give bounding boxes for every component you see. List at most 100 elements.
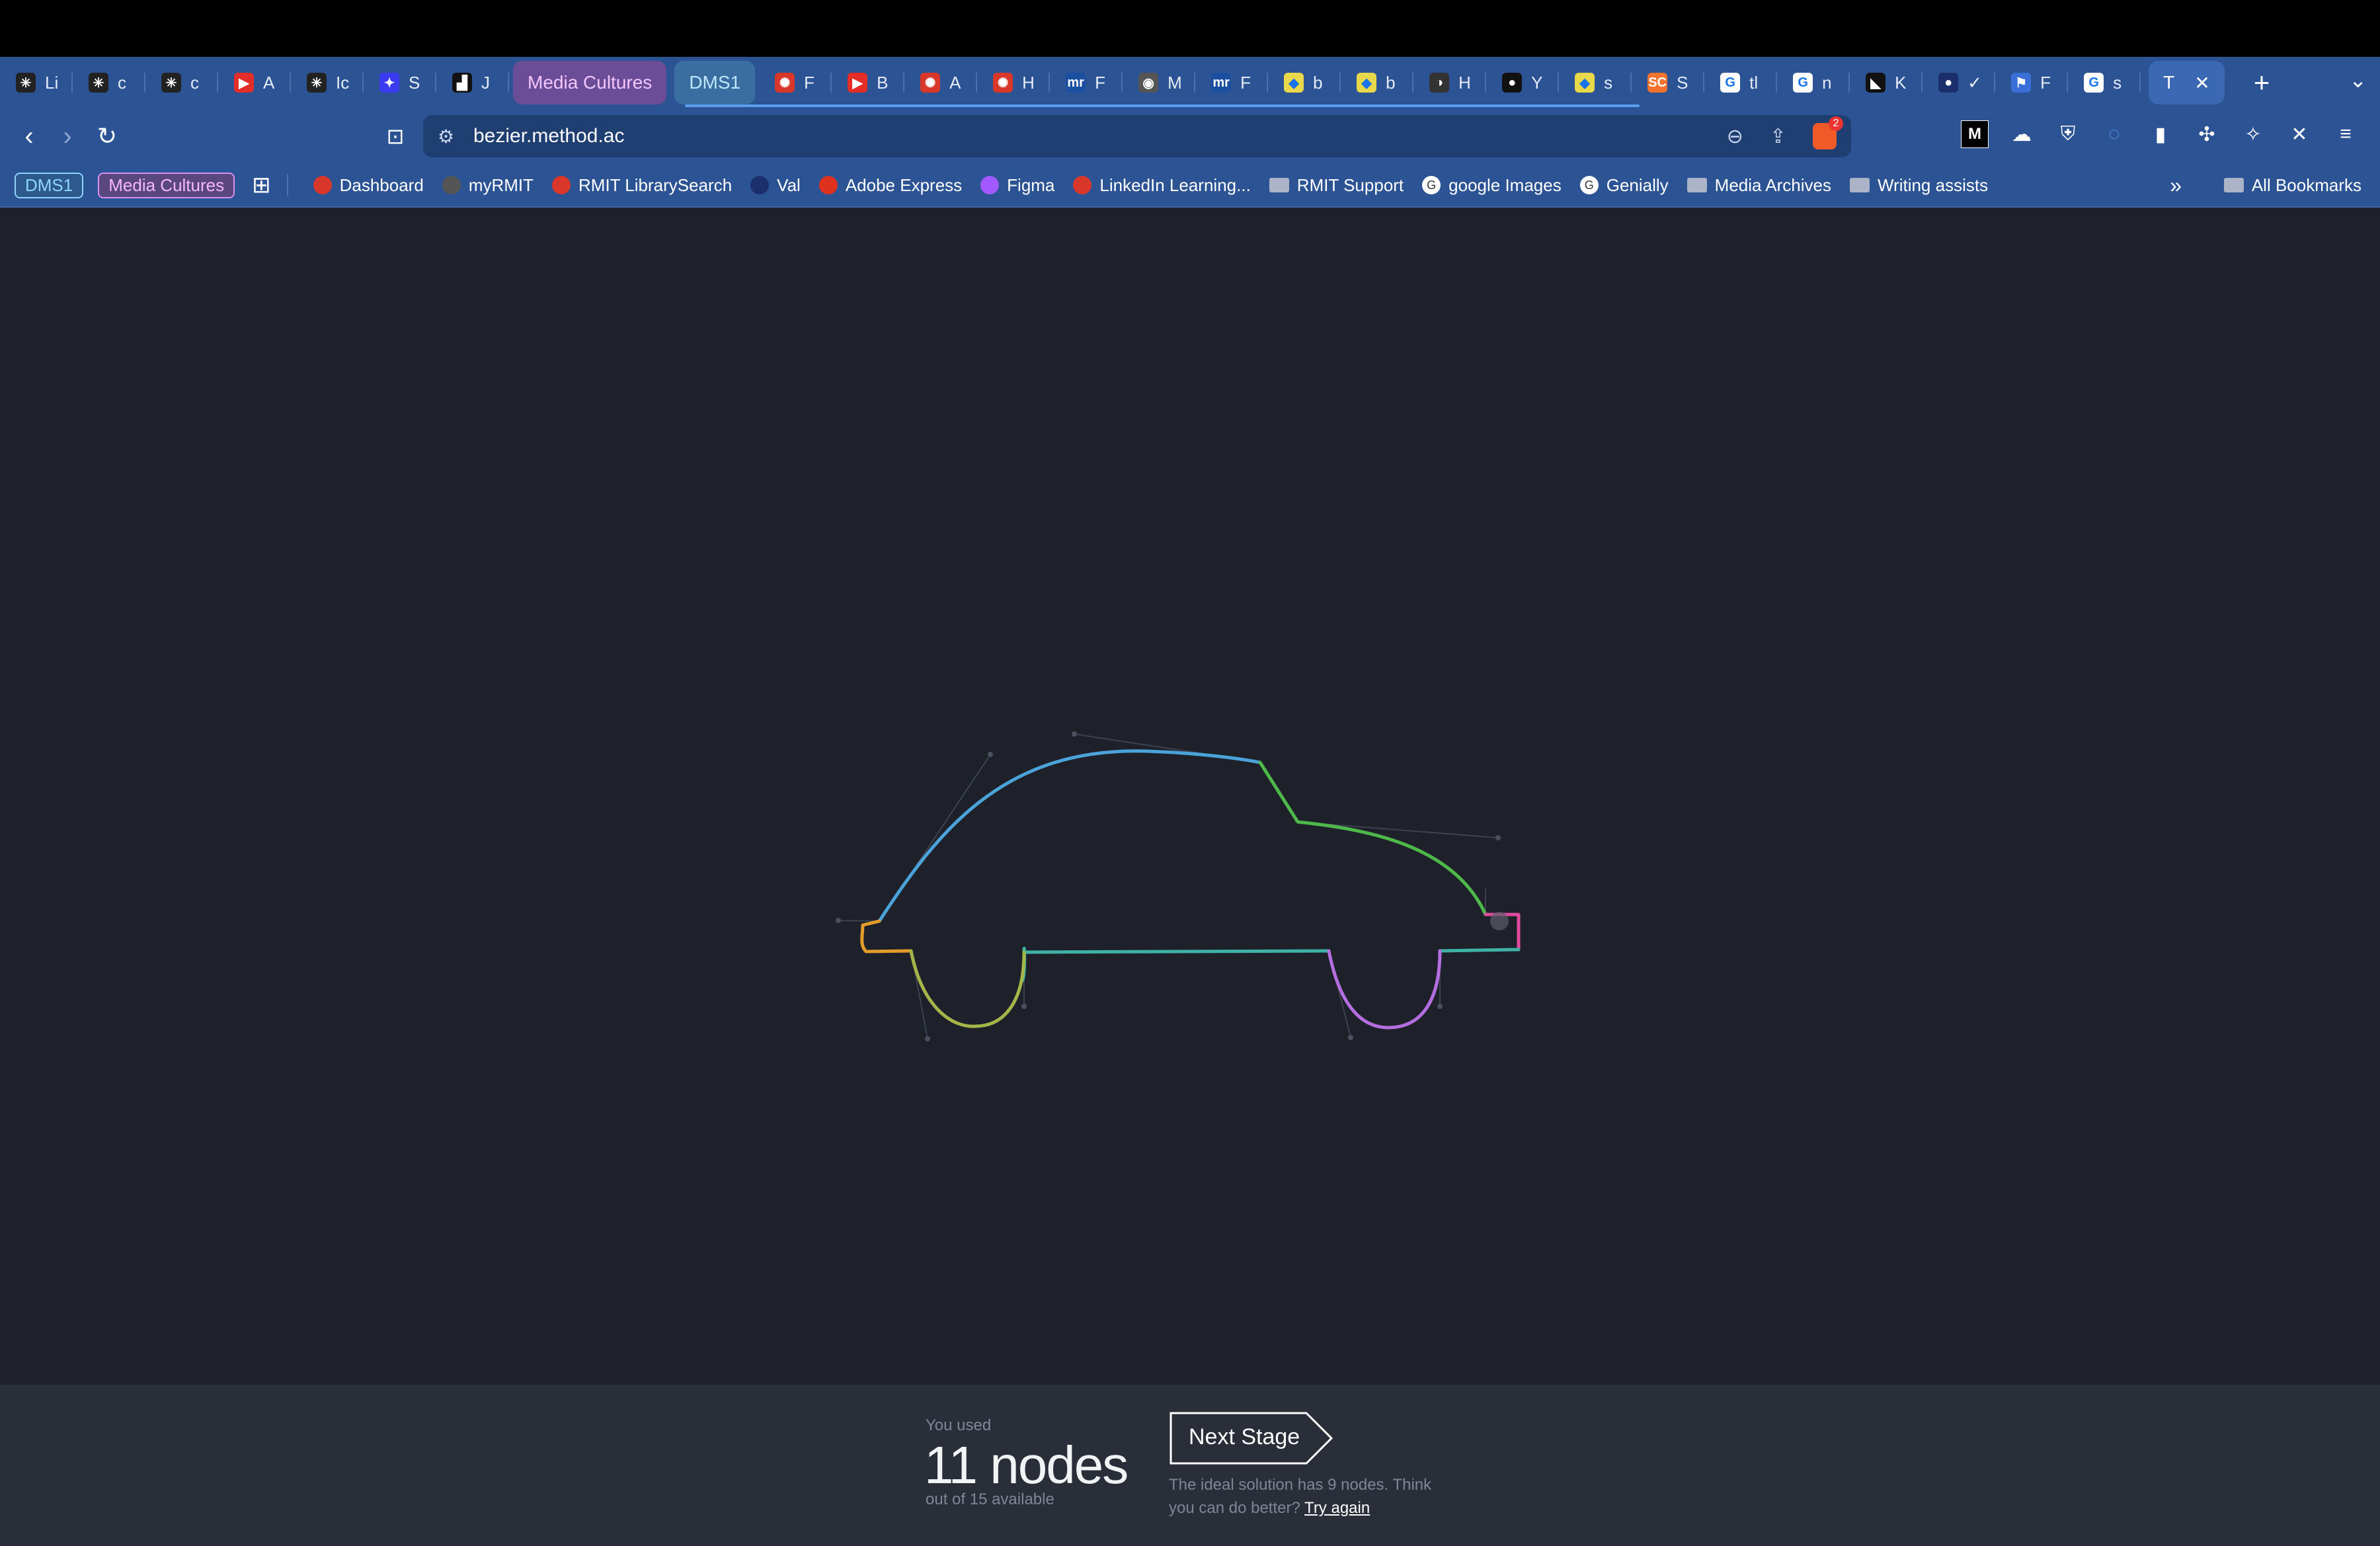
tab-b-9[interactable]: ◑ H [1413,60,1487,106]
tab-a-0[interactable]: ✳ Li [0,60,73,106]
tab-b-14[interactable]: Gn [1777,60,1850,106]
bookmark-linkedin-learning[interactable]: LinkedIn Learning... [1073,175,1251,196]
site-settings-icon[interactable]: ⚙ [438,126,461,147]
forward-button[interactable]: › [49,118,86,155]
tab-b-0[interactable]: ✺ F [759,60,832,106]
tab-title: s [1604,72,1613,93]
google-icon: G [1422,176,1441,194]
bookmark-media-archives[interactable]: Media Archives [1686,175,1831,196]
bookmark-rmit-librarysearch[interactable]: RMIT LibrarySearch [552,175,732,196]
more-bookmarks-icon[interactable]: » [2170,173,2182,198]
bookmark-figma[interactable]: Figma [980,175,1054,196]
bookmark-val[interactable]: Val [750,175,801,196]
back-button[interactable]: ‹ [11,118,48,155]
curve-segment-sill[interactable] [1019,946,1521,983]
bezier-canvas[interactable] [0,208,2380,1385]
tab-favicon-icon: ▟ [452,73,472,93]
bookmark-adobe-express[interactable]: Adobe Express [818,175,962,196]
bookmark-google-images[interactable]: Ggoogle Images [1422,175,1562,196]
curve-segment-front-wheel-arch[interactable] [909,949,1026,1028]
tab-list-chevron-icon[interactable]: ⌄ [2349,67,2367,93]
car-outline-drawing[interactable] [0,208,2380,1385]
tab-b-16[interactable]: ● ✓ [1923,60,1996,106]
tab-a-2[interactable]: ✳ c [145,60,218,106]
extension-cloud-icon[interactable]: ☁ [2008,121,2035,147]
extension-shield-icon[interactable]: ⛨ [2055,121,2081,147]
tab-b-17[interactable]: ⚑ F [1995,60,2069,106]
active-tab-title: T [2163,72,2175,93]
tab-a-5[interactable]: ✦ S [364,60,436,106]
bookmark-label: RMIT LibrarySearch [578,175,733,195]
tab-favicon-icon: ◆ [1357,73,1377,93]
address-bar[interactable]: ⚙ ⊖ ⇪ 2 [423,115,1851,157]
all-bookmarks-label: All Bookmarks [2251,175,2361,195]
leo-ai-icon[interactable]: ✧ [2240,121,2266,147]
extension-m-icon[interactable]: M [1961,120,1989,148]
available-nodes-text: out of 15 available [926,1490,1054,1508]
tab-a-1[interactable]: ✳ c [73,60,145,106]
tab-favicon-icon: ◑ [1429,73,1450,93]
tab-b-3[interactable]: ✺ H [977,60,1051,106]
active-tab[interactable]: T ✕ [2149,61,2225,104]
url-input[interactable] [472,124,1599,148]
tab-a-3[interactable]: ▶ A [218,60,291,106]
bookmark-page-icon[interactable]: ⊡ [377,118,414,155]
tab-title: H [1022,72,1035,93]
tab-b-10[interactable]: ● Y [1486,60,1560,106]
share-icon[interactable]: ⇪ [1770,125,1786,148]
tab-favicon-icon: ◉ [1138,73,1159,93]
tab-b-12[interactable]: SC S [1632,60,1705,106]
close-tab-icon[interactable]: ✕ [2194,72,2209,94]
tab-b-15[interactable]: ◣ K [1850,60,1923,106]
tab-group-dms1[interactable]: DMS1 [674,61,756,104]
extension-swirl-icon[interactable]: ◌ [2101,121,2127,147]
tab-b-13[interactable]: Gtl [1704,60,1778,106]
tab-b-1[interactable]: ▶ B [832,60,905,106]
tab-b-18[interactable]: Gs [2068,60,2141,106]
tab-b-2[interactable]: ✺ A [904,60,978,106]
bookmark-label: google Images [1448,175,1562,195]
bookmark-myrmit[interactable]: myRMIT [442,175,534,196]
tab-b-8[interactable]: ◆ b [1341,60,1414,106]
tab-b-6[interactable]: mr F [1195,60,1269,106]
handle-points[interactable] [836,731,1501,1041]
tab-b-4[interactable]: mr F [1050,60,1123,106]
bookmark-writing-assists[interactable]: Writing assists [1849,175,1988,196]
bookmark-dashboard[interactable]: Dashboard [313,175,424,196]
bookmark-rmit-support[interactable]: RMIT Support [1269,175,1404,196]
tab-title: c [190,72,199,93]
reload-button[interactable]: ↻ [89,118,126,155]
tab-b-5[interactable]: ◉ M [1123,60,1196,106]
try-again-link[interactable]: Try again [1304,1499,1370,1517]
tab-b-7[interactable]: ◆ b [1268,60,1341,106]
tab-favicon-icon: ✺ [775,73,795,93]
extension-tools-icon[interactable]: ✕ [2286,121,2313,147]
zoom-out-icon[interactable]: ⊖ [1727,125,1743,148]
bookmark-group-dms1[interactable]: DMS1 [15,172,84,198]
bookmark-group-media-cultures[interactable]: Media Cultures [98,172,235,198]
all-bookmarks-folder[interactable]: All Bookmarks [2223,175,2361,196]
curve-segment-rear[interactable] [1258,760,1488,916]
bookmark-genially[interactable]: G Genially [1579,175,1669,196]
menu-icon[interactable]: ≡ [2332,121,2359,147]
extensions-puzzle-icon[interactable]: ✣ [2194,121,2220,147]
brave-shields-icon[interactable]: 2 [1813,116,1843,149]
tab-favicon-icon: ✦ [379,73,399,93]
tab-favicon-icon: ✳ [16,73,36,93]
active-node-point[interactable] [1490,912,1509,930]
tab-b-11[interactable]: ◆ s [1559,60,1632,106]
new-tab-button[interactable]: + [2254,67,2270,99]
hint-message: The ideal solution has 9 nodes. Think yo… [1169,1476,1432,1517]
tab-a-4[interactable]: ✳ Ic [291,60,364,106]
tab-a-6[interactable]: ▟ J [436,60,509,106]
tab-title: ✓ [1967,72,1982,93]
next-stage-button[interactable]: Next Stage [1169,1411,1334,1465]
tab-strip: ✳ Li ✳ c ✳ c ▶ A ✳ Ic ✦ S ▟ J Media Cultures DMS1 ✺ F ▶… [0,57,2380,108]
tab-group-media-cultures[interactable]: Media Cultures [513,61,667,104]
next-stage-label: Next Stage [1189,1424,1300,1449]
apps-grid-icon[interactable]: ⊞ [252,172,271,198]
curve-segment-front-bumper[interactable] [860,919,913,954]
tab-favicon-icon: ⚑ [2011,73,2032,93]
tab-favicon-icon: ◣ [1866,73,1886,93]
extension-battery-icon[interactable]: ▮ [2147,121,2174,147]
